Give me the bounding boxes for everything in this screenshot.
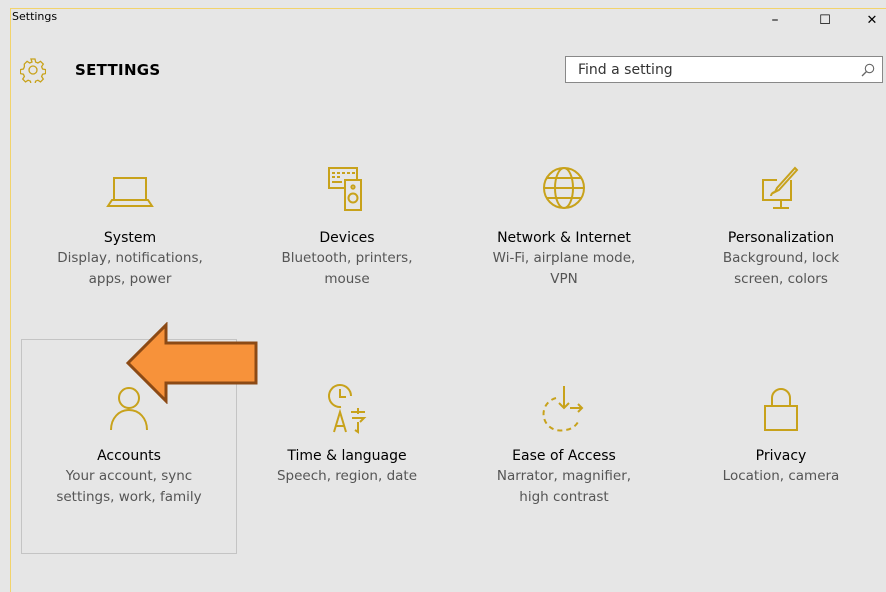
tile-description: mouse (324, 271, 370, 287)
ease-of-access-icon (542, 386, 584, 432)
close-button[interactable]: ✕ (852, 8, 886, 32)
tile-label: System (103, 230, 157, 246)
window-title: Settings (12, 10, 58, 23)
tile-description: Narrator, magnifier, (496, 468, 632, 484)
tile-label: Time & language (287, 448, 407, 464)
tile-ease-of-access[interactable]: Ease of Access Narrator, magnifier, high… (456, 378, 672, 508)
keyboard-speaker-icon (328, 167, 362, 211)
tile-description: Bluetooth, printers, (281, 250, 413, 266)
paintbrush-monitor-icon (762, 166, 799, 209)
settings-header (20, 56, 46, 84)
minimize-button[interactable]: – (755, 8, 795, 32)
search-input[interactable] (566, 60, 850, 79)
tile-label: Ease of Access (512, 448, 616, 464)
tile-devices[interactable]: Devices Bluetooth, printers, mouse (239, 160, 455, 290)
gear-icon (20, 58, 46, 83)
tile-description: screen, colors (734, 271, 828, 287)
lock-icon (764, 388, 798, 431)
maximize-button[interactable]: ☐ (805, 8, 845, 32)
tile-description: VPN (550, 271, 578, 287)
tile-description: Display, notifications, (57, 250, 203, 266)
tile-description: Location, camera (722, 468, 840, 484)
search-box[interactable] (565, 56, 883, 83)
arrow-annotation-icon (125, 322, 258, 404)
page-title: SETTINGS (75, 61, 161, 79)
clock-language-icon (328, 384, 367, 434)
tile-privacy[interactable]: Privacy Location, camera (673, 378, 886, 487)
tile-label: Accounts (97, 448, 161, 464)
globe-icon (543, 167, 585, 209)
tile-label: Network & Internet (497, 230, 631, 246)
tile-description: Your account, sync (65, 468, 193, 484)
laptop-icon (106, 177, 154, 207)
tile-description: Background, lock (722, 250, 840, 266)
tile-description: settings, work, family (56, 489, 202, 505)
tile-network-internet[interactable]: Network & Internet Wi-Fi, airplane mode,… (456, 160, 672, 290)
tile-description: high contrast (519, 489, 609, 505)
tile-personalization[interactable]: Personalization Background, lock screen,… (673, 160, 886, 290)
tile-label: Privacy (755, 448, 807, 464)
tile-description: Wi-Fi, airplane mode, (492, 250, 636, 266)
tile-label: Personalization (727, 230, 835, 246)
tile-system[interactable]: System Display, notifications, apps, pow… (22, 160, 238, 290)
tile-description: Speech, region, date (276, 468, 418, 484)
tile-time-language[interactable]: Time & language Speech, region, date (239, 378, 455, 487)
tile-label: Devices (319, 230, 375, 246)
search-icon[interactable] (860, 62, 876, 78)
tile-description: apps, power (88, 271, 172, 287)
